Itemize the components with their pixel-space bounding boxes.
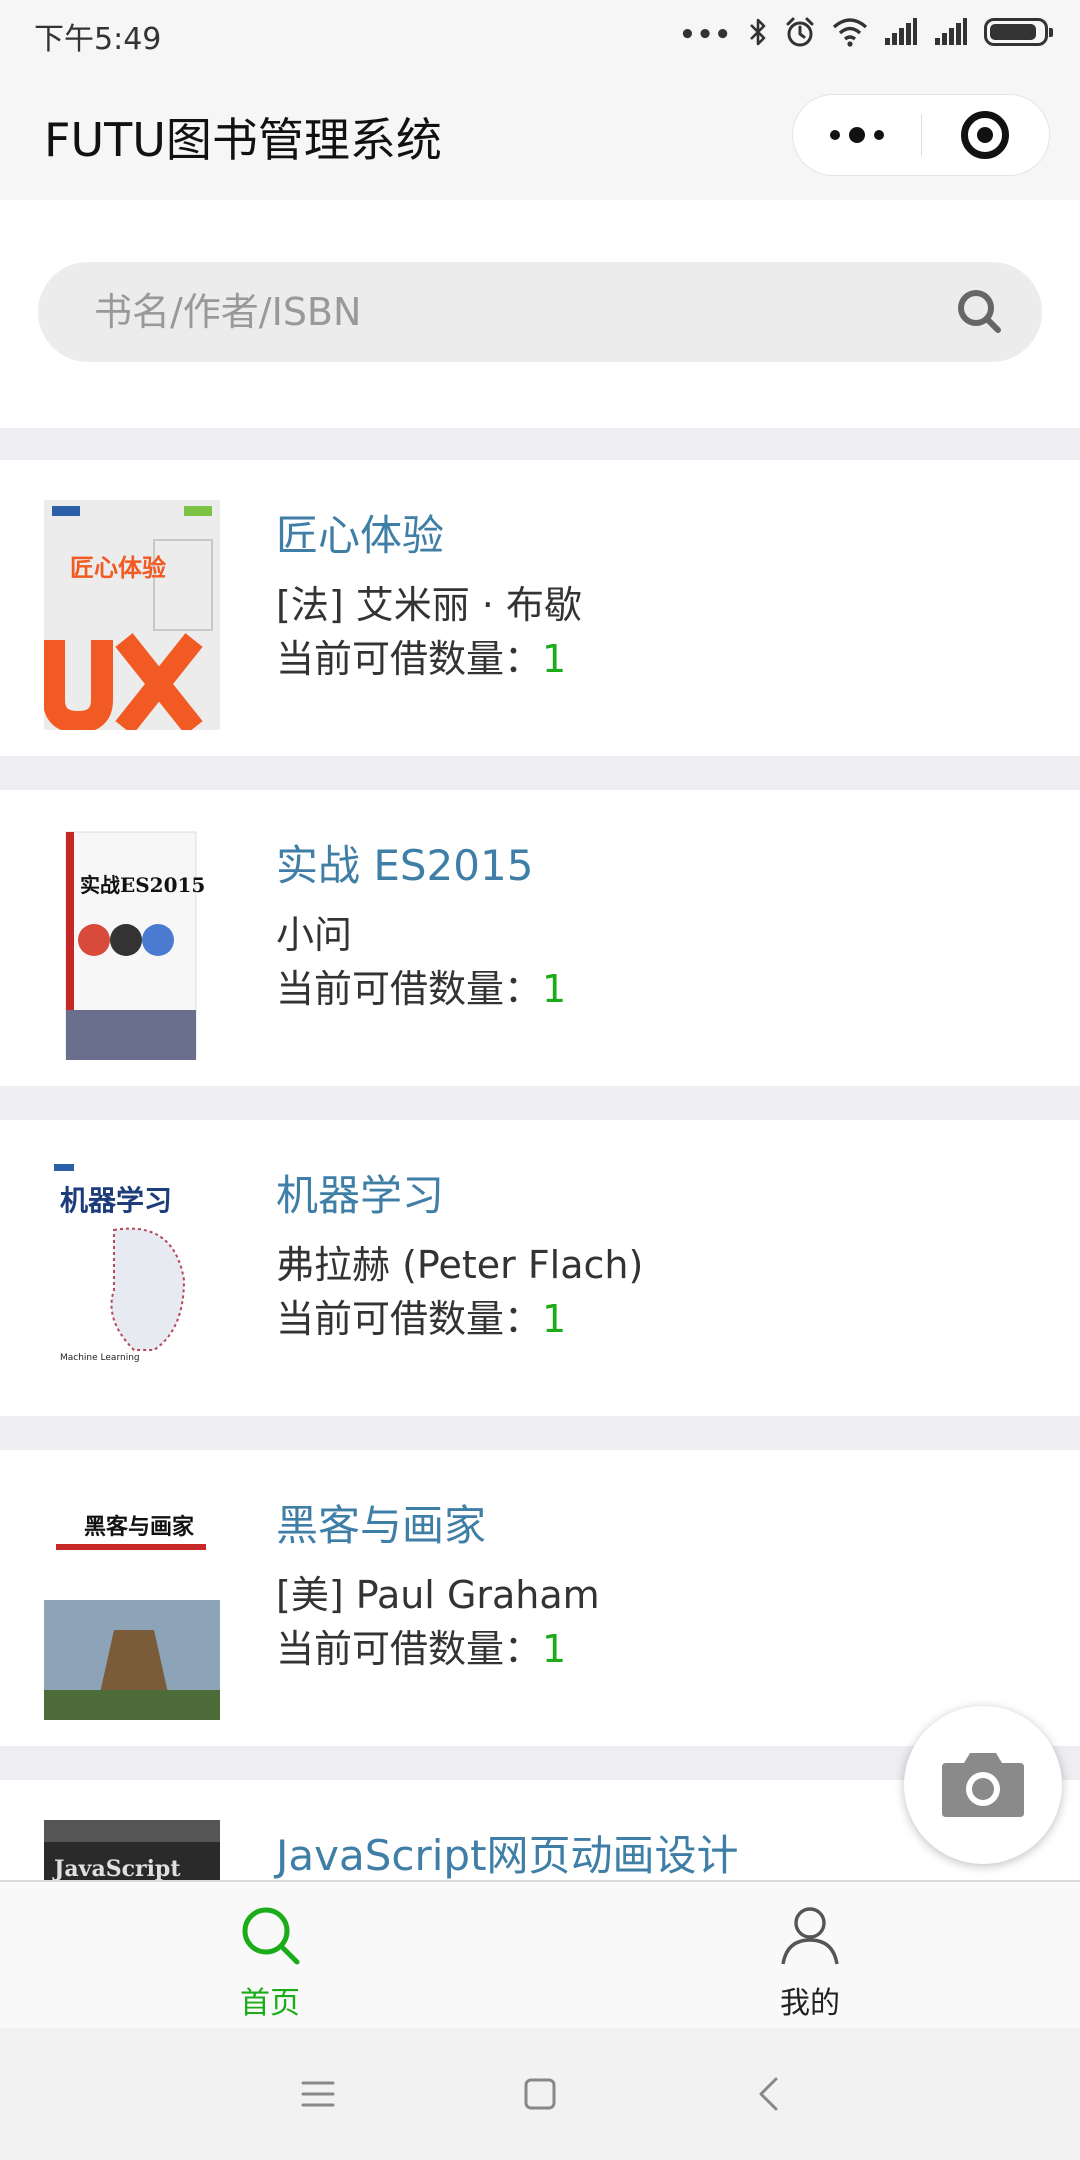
count-label: 当前可借数量： <box>276 1297 543 1341</box>
book-title[interactable]: 机器学习 <box>276 1162 444 1223</box>
tab-label: 我的 <box>780 1986 840 2021</box>
app-screen: 下午5:49 ••• FUTU图书管理系统 书名/作者/ISBN 匠心体验 匠心… <box>0 0 1080 2160</box>
book-item[interactable]: 黑客与画家 黑客与画家 [美] Paul Graham 当前可借数量：1 <box>0 1450 1080 1746</box>
signal-icon <box>884 18 918 46</box>
more-button[interactable] <box>793 95 921 175</box>
book-title[interactable]: 黑客与画家 <box>276 1492 486 1553</box>
book-item[interactable]: 匠心体验 匠心体验 [法] 艾米丽 · 布歇 当前可借数量：1 <box>0 460 1080 756</box>
book-item[interactable]: 机器学习 Machine Learning 机器学习 弗拉赫 (Peter Fl… <box>0 1120 1080 1416</box>
more-dots-icon: ••• <box>679 20 732 50</box>
count-value: 1 <box>542 1297 567 1341</box>
tab-label: 首页 <box>240 1986 300 2021</box>
book-author: 小问 <box>276 913 353 957</box>
svg-text:Machine Learning: Machine Learning <box>60 1353 140 1363</box>
signal-icon <box>934 18 968 46</box>
cover-title: 匠心体验 <box>70 554 166 582</box>
mini-program-capsule <box>792 94 1050 176</box>
system-nav-bar <box>0 2028 1080 2160</box>
status-time: 下午5:49 <box>34 22 162 57</box>
count-label: 当前可借数量： <box>276 967 543 1011</box>
book-title[interactable]: JavaScript网页动画设计 <box>276 1822 739 1880</box>
book-title[interactable]: 实战 ES2015 <box>276 832 533 893</box>
home-square-icon[interactable] <box>518 2072 562 2116</box>
cover-title: JavaScript <box>52 1856 181 1880</box>
search-input[interactable] <box>94 262 914 362</box>
search-icon[interactable] <box>954 286 1006 338</box>
close-button[interactable] <box>922 95 1050 175</box>
book-available-count: 当前可借数量：1 <box>276 1288 566 1343</box>
tab-mine[interactable]: 我的 <box>540 1882 1080 2030</box>
cover-title: 机器学习 <box>60 1184 172 1217</box>
book-author: [美] Paul Graham <box>276 1573 600 1617</box>
cover-title: 黑客与画家 <box>84 1514 195 1540</box>
camera-icon <box>940 1747 1026 1823</box>
book-available-count: 当前可借数量：1 <box>276 1618 566 1673</box>
search-icon <box>239 1904 301 1970</box>
count-label: 当前可借数量： <box>276 1627 543 1671</box>
search-bar <box>38 262 1042 362</box>
cover-title: 实战ES2015 <box>80 873 205 897</box>
wifi-icon <box>832 17 868 47</box>
book-title[interactable]: 匠心体验 <box>276 502 444 563</box>
book-cover: 机器学习 Machine Learning <box>44 1160 220 1390</box>
book-cover: 实战ES2015 <box>44 830 220 1060</box>
status-icons: ••• <box>679 14 1053 50</box>
nav-bar: FUTU图书管理系统 <box>0 66 1080 200</box>
search-section <box>0 200 1080 428</box>
user-icon <box>779 1904 841 1970</box>
book-available-count: 当前可借数量：1 <box>276 628 566 683</box>
book-cover: 匠心体验 <box>44 500 220 730</box>
status-bar: 下午5:49 ••• <box>0 0 1080 66</box>
book-item[interactable]: 实战ES2015 实战 ES2015 小问 当前可借数量：1 <box>0 790 1080 1086</box>
page-title: FUTU图书管理系统 <box>44 113 442 167</box>
book-available-count: 当前可借数量：1 <box>276 958 566 1013</box>
count-value: 1 <box>542 1627 567 1671</box>
battery-icon <box>984 18 1053 46</box>
count-label: 当前可借数量： <box>276 637 543 681</box>
book-list: 匠心体验 匠心体验 [法] 艾米丽 · 布歇 当前可借数量：1 实战ES2015 <box>0 428 1080 1880</box>
back-icon[interactable] <box>746 2072 790 2116</box>
bluetooth-icon <box>748 16 768 48</box>
alarm-icon <box>784 16 816 48</box>
count-value: 1 <box>542 637 567 681</box>
book-cover: 黑客与画家 <box>44 1490 220 1720</box>
scan-camera-button[interactable] <box>904 1706 1062 1864</box>
book-cover: JavaScript <box>44 1820 220 1880</box>
more-icon <box>829 127 884 143</box>
tab-bar: 首页 我的 <box>0 1880 1080 2028</box>
close-target-icon <box>961 111 1010 159</box>
count-value: 1 <box>542 967 567 1011</box>
menu-icon[interactable] <box>296 2072 340 2116</box>
book-author: 弗拉赫 (Peter Flach) <box>276 1243 644 1287</box>
tab-home[interactable]: 首页 <box>0 1882 540 2030</box>
book-author: [法] 艾米丽 · 布歇 <box>276 583 582 627</box>
